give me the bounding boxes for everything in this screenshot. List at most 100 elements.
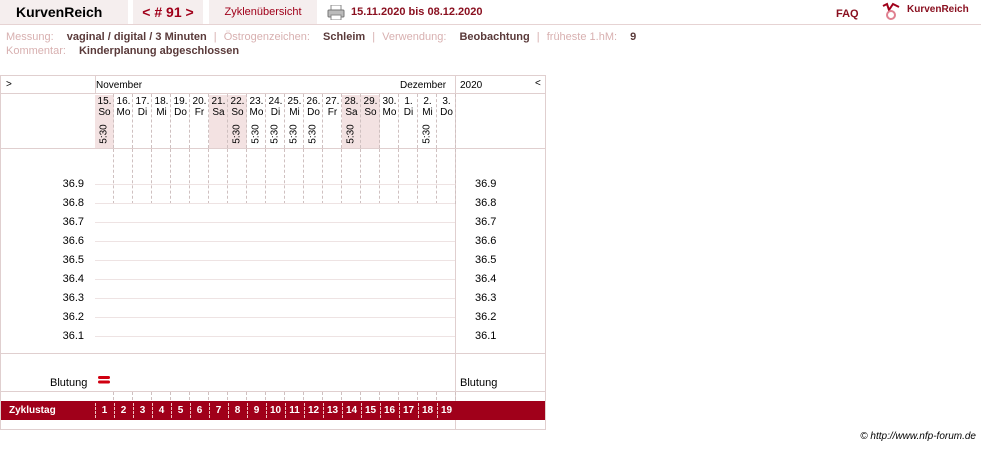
month-dezember: Dezember	[400, 80, 447, 91]
day-header: 23. Mo 5:30	[247, 95, 266, 148]
column-grid-line	[341, 149, 342, 204]
column-grid-line	[303, 149, 304, 204]
column-grid-line	[417, 149, 418, 204]
temp-grid-line	[95, 279, 455, 280]
weekday: Di	[270, 107, 281, 118]
blutung-label-left: Blutung	[50, 377, 88, 389]
prev-arrow[interactable]: >	[6, 79, 12, 90]
zyklustag-cell: 10	[269, 405, 282, 416]
temp-grid-line	[95, 184, 455, 185]
day-number: 25.	[287, 96, 302, 107]
day-header: 3. Do	[437, 95, 456, 148]
temp-label-left: 36.9	[62, 178, 84, 190]
divider	[1, 353, 545, 354]
day-header: 17. Di	[133, 95, 152, 148]
measure-time: 5:30	[250, 124, 262, 144]
temp-label-left: 36.4	[62, 273, 84, 285]
divider	[1, 391, 545, 392]
weekday: Sa	[212, 107, 225, 118]
day-number: 3.	[442, 96, 451, 107]
column-grid-line	[189, 149, 190, 204]
temp-label-left: 36.8	[62, 197, 84, 209]
bleeding-marker[interactable]	[98, 376, 110, 384]
weekday: Sa	[345, 107, 358, 118]
weekday: Di	[137, 107, 148, 118]
column-grid-line	[341, 392, 342, 400]
temp-label-left: 36.7	[62, 216, 84, 228]
divider	[95, 76, 96, 93]
column-grid-line	[398, 149, 399, 204]
weekday: Mi	[422, 107, 433, 118]
day-number: 19.	[173, 96, 188, 107]
weekday: Di	[403, 107, 414, 118]
zyklustag-cell: 6	[196, 405, 203, 416]
temp-grid-line	[95, 317, 455, 318]
zyklustag-cell: 17	[402, 405, 415, 416]
day-number: 27.	[325, 96, 340, 107]
day-number: 17.	[135, 96, 150, 107]
column-grid-line	[436, 392, 437, 400]
column-grid-line	[132, 149, 133, 204]
zyklustag-cell: 7	[215, 405, 222, 416]
divider	[1, 93, 545, 94]
day-number: 24.	[268, 96, 283, 107]
day-number: 15.	[97, 96, 112, 107]
column-grid-line	[189, 392, 190, 400]
next-arrow[interactable]: <	[535, 78, 541, 89]
weekday: Mi	[289, 107, 300, 118]
day-header: 27. Fr	[323, 95, 342, 148]
zyklustag-cell: 9	[253, 405, 260, 416]
column-grid-line	[379, 149, 380, 204]
zyklustag-cell: 5	[177, 405, 184, 416]
column-grid-line	[284, 149, 285, 204]
day-header: 29. So	[361, 95, 380, 148]
day-header: 28. Sa 5:30	[342, 95, 361, 148]
temp-label-left: 36.1	[62, 330, 84, 342]
column-grid-line	[379, 392, 380, 400]
zyklustag-cell: 12	[307, 405, 320, 416]
column-grid-line	[265, 392, 266, 400]
column-grid-line	[436, 149, 437, 204]
weekday: Do	[174, 107, 187, 118]
column-grid-line	[284, 392, 285, 400]
measure-time: 5:30	[269, 124, 281, 144]
copyright[interactable]: © http://www.nfp-forum.de	[860, 431, 976, 442]
temp-label-right: 36.6	[475, 235, 497, 247]
temp-label-right: 36.7	[475, 216, 497, 228]
weekday: Do	[440, 107, 453, 118]
weekday: So	[98, 107, 111, 118]
day-header: 18. Mi	[152, 95, 171, 148]
day-header: 24. Di 5:30	[266, 95, 285, 148]
chart-layer: > November Dezember 2020 < 15. So 5:30 16. M…	[0, 0, 981, 449]
temp-label-left: 36.6	[62, 235, 84, 247]
zyklustag-cell: 11	[289, 405, 300, 416]
column-grid-line	[322, 392, 323, 400]
column-grid-line	[208, 392, 209, 400]
zyklustag-cell: 3	[139, 405, 146, 416]
day-number: 22.	[230, 96, 245, 107]
column-grid-line	[398, 392, 399, 400]
divider	[1, 148, 545, 149]
day-number: 26.	[306, 96, 321, 107]
column-grid-line	[360, 392, 361, 400]
temp-label-right: 36.3	[475, 292, 497, 304]
year-label: 2020	[460, 80, 483, 91]
measure-time: 5:30	[98, 124, 110, 144]
temp-label-left: 36.3	[62, 292, 84, 304]
zyklustag-cell: 8	[234, 405, 241, 416]
temp-label-right: 36.2	[475, 311, 497, 323]
zyklustag-label: Zyklustag	[9, 405, 56, 416]
day-number: 29.	[363, 96, 378, 107]
weekday: So	[231, 107, 244, 118]
zyklustag-cell: 19	[440, 405, 453, 416]
weekday: Fr	[327, 107, 338, 118]
day-number: 21.	[211, 96, 226, 107]
day-header: 1. Di	[399, 95, 418, 148]
measure-time: 5:30	[288, 124, 300, 144]
temp-label-right: 36.4	[475, 273, 497, 285]
column-grid-line	[151, 149, 152, 204]
temp-label-right: 36.8	[475, 197, 497, 209]
blutung-label-right: Blutung	[460, 377, 498, 389]
measure-time: 5:30	[307, 124, 319, 144]
column-grid-line	[208, 149, 209, 204]
